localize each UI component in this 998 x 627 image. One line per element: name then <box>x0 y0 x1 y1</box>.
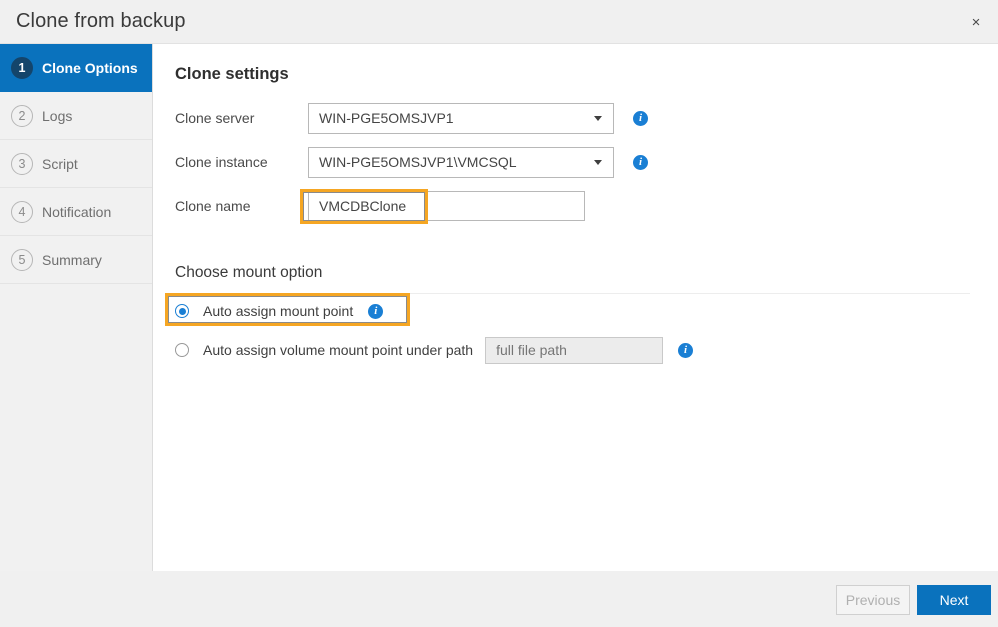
step-number-badge: 1 <box>11 57 33 79</box>
section-divider <box>175 293 970 294</box>
clone-name-label: Clone name <box>175 198 308 214</box>
chevron-down-icon <box>594 160 602 165</box>
sidebar-item-label: Clone Options <box>42 60 138 76</box>
close-icon[interactable]: × <box>962 8 990 36</box>
full-file-path-input[interactable] <box>485 337 663 364</box>
clone-server-dropdown[interactable]: WIN-PGE5OMSJVP1 <box>308 103 614 134</box>
step-number-badge: 5 <box>11 249 33 271</box>
dialog-footer: Previous Next <box>0 571 998 627</box>
clone-instance-row: Clone instance WIN-PGE5OMSJVP1\VMCSQL i <box>175 147 648 177</box>
auto-assign-volume-mount-point-label: Auto assign volume mount point under pat… <box>203 342 473 358</box>
info-icon[interactable]: i <box>633 111 648 126</box>
sidebar-item-clone-options[interactable]: 1 Clone Options <box>0 44 152 92</box>
info-icon[interactable]: i <box>368 304 383 319</box>
info-icon[interactable]: i <box>633 155 648 170</box>
sidebar-item-label: Notification <box>42 204 111 220</box>
sidebar-item-label: Logs <box>42 108 72 124</box>
radio-auto-assign-mount-point[interactable] <box>175 304 189 318</box>
sidebar-item-label: Script <box>42 156 78 172</box>
next-button[interactable]: Next <box>917 585 991 615</box>
sidebar-item-script[interactable]: 3 Script <box>0 140 152 188</box>
step-number-badge: 3 <box>11 153 33 175</box>
sidebar-item-label: Summary <box>42 252 102 268</box>
dialog-titlebar: Clone from backup × <box>0 0 998 44</box>
auto-assign-mount-point-row[interactable]: Auto assign mount point i <box>175 299 383 323</box>
clone-instance-label: Clone instance <box>175 154 308 170</box>
auto-assign-mount-point-label: Auto assign mount point <box>203 303 353 319</box>
clone-server-value: WIN-PGE5OMSJVP1 <box>319 110 454 126</box>
chevron-down-icon <box>594 116 602 121</box>
clone-server-row: Clone server WIN-PGE5OMSJVP1 i <box>175 103 648 133</box>
clone-instance-dropdown[interactable]: WIN-PGE5OMSJVP1\VMCSQL <box>308 147 614 178</box>
clone-name-row: Clone name <box>175 191 585 221</box>
info-icon[interactable]: i <box>678 343 693 358</box>
clone-server-label: Clone server <box>175 110 308 126</box>
clone-from-backup-dialog: Clone from backup × 1 Clone Options 2 Lo… <box>0 0 998 627</box>
previous-button[interactable]: Previous <box>836 585 910 615</box>
page-title: Clone settings <box>175 65 289 84</box>
wizard-steps-sidebar: 1 Clone Options 2 Logs 3 Script 4 Notifi… <box>0 44 153 571</box>
radio-auto-assign-volume-mount-point[interactable] <box>175 343 189 357</box>
clone-instance-value: WIN-PGE5OMSJVP1\VMCSQL <box>319 154 517 170</box>
auto-assign-volume-mount-point-row[interactable]: Auto assign volume mount point under pat… <box>175 338 693 362</box>
step-number-badge: 2 <box>11 105 33 127</box>
clone-name-input[interactable] <box>308 191 585 221</box>
sidebar-item-notification[interactable]: 4 Notification <box>0 188 152 236</box>
dialog-title: Clone from backup <box>16 10 186 33</box>
sidebar-item-summary[interactable]: 5 Summary <box>0 236 152 284</box>
mount-option-title: Choose mount option <box>175 264 322 282</box>
sidebar-item-logs[interactable]: 2 Logs <box>0 92 152 140</box>
step-number-badge: 4 <box>11 201 33 223</box>
clone-options-panel: Clone settings Clone server WIN-PGE5OMSJ… <box>154 44 998 571</box>
